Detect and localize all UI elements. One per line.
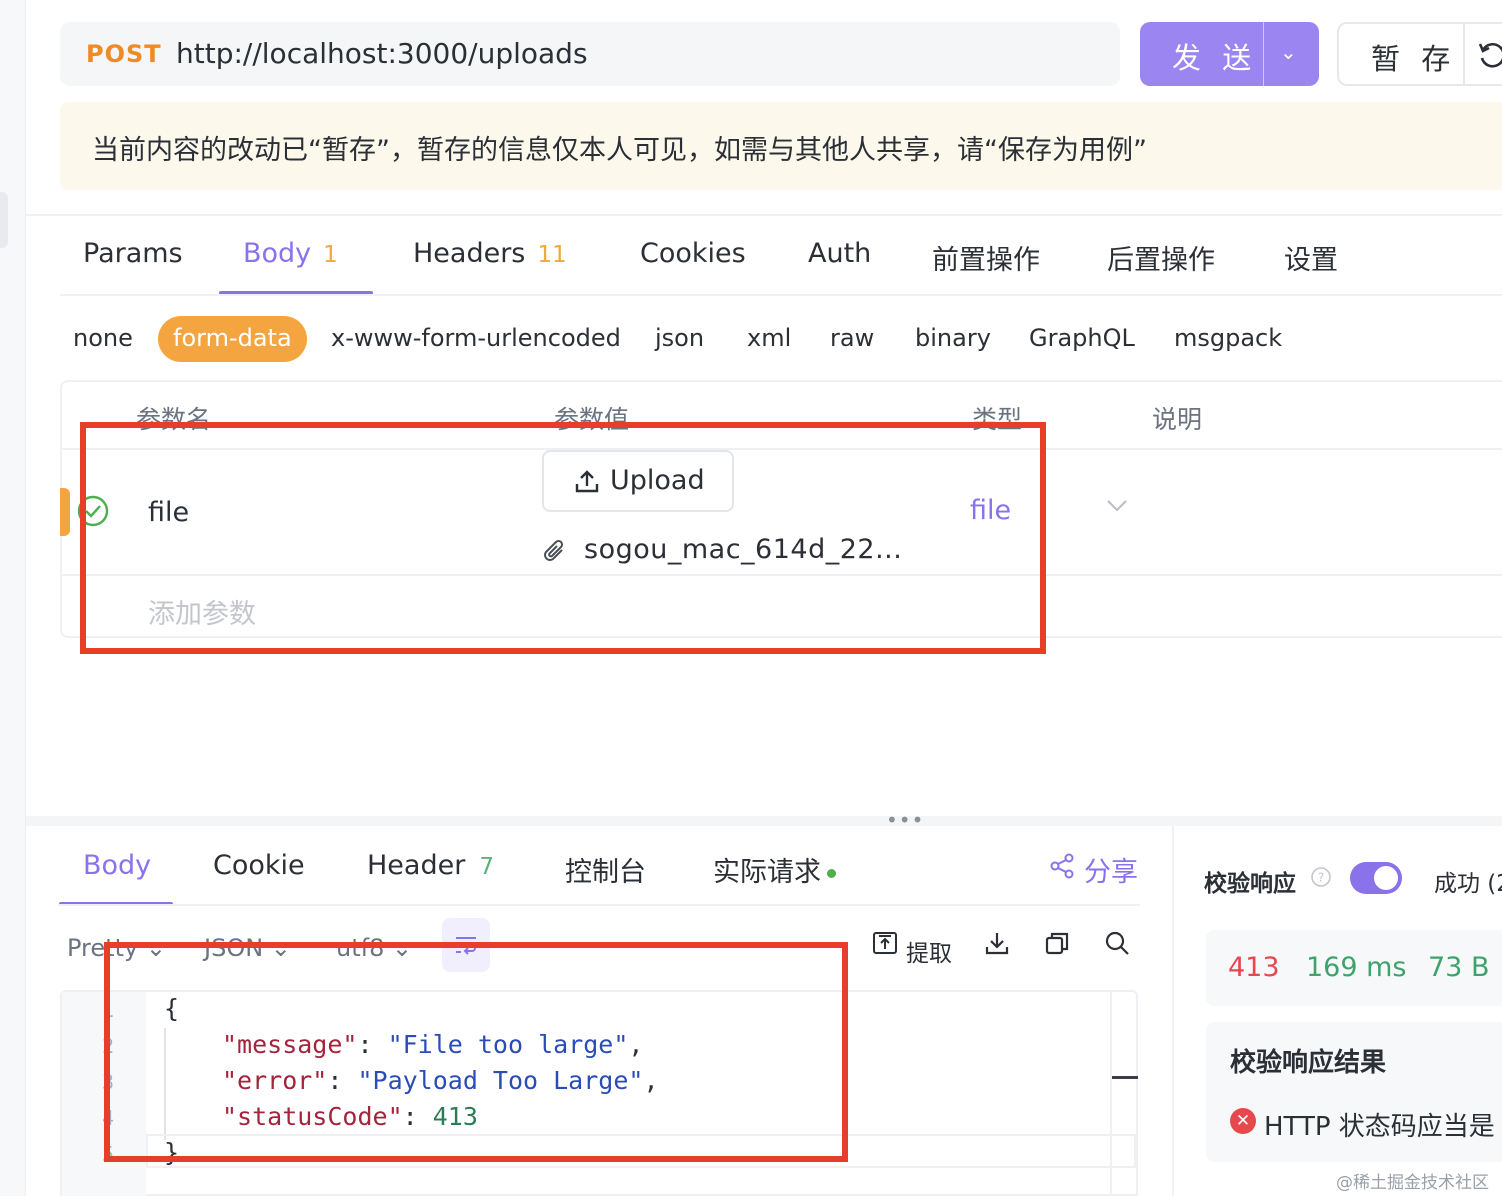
share-label: 分享 bbox=[1084, 857, 1138, 888]
status-code: 413 bbox=[1228, 952, 1280, 983]
response-tab-cookie[interactable]: Cookie bbox=[213, 850, 305, 881]
send-divider bbox=[1263, 22, 1264, 86]
tab-params[interactable]: Params bbox=[83, 238, 183, 269]
download-icon[interactable] bbox=[984, 930, 1010, 960]
response-tab-console[interactable]: 控制台 bbox=[565, 850, 646, 889]
tab-cookies[interactable]: Cookies bbox=[640, 238, 746, 269]
response-size: 73 B bbox=[1428, 952, 1490, 983]
response-header-badge: 7 bbox=[479, 854, 494, 880]
share-icon bbox=[1048, 852, 1076, 887]
toggle-knob bbox=[1374, 866, 1398, 890]
validation-panel: 校验响应 ? 成功 (2 413 169 ms 73 B 校验响应结果 ✕ HT… bbox=[1172, 826, 1502, 1196]
scrollbar[interactable] bbox=[1110, 992, 1138, 1196]
body-type-urlencoded[interactable]: x-www-form-urlencoded bbox=[331, 324, 621, 352]
body-type-json[interactable]: json bbox=[655, 324, 704, 352]
annotation-box bbox=[80, 422, 1046, 654]
send-button-label: 发 送 bbox=[1172, 41, 1258, 75]
row-drag-handle[interactable] bbox=[60, 488, 70, 536]
left-rail bbox=[0, 0, 26, 1196]
body-type-raw[interactable]: raw bbox=[830, 324, 874, 352]
tab-auth[interactable]: Auth bbox=[808, 238, 871, 269]
status-dot-icon bbox=[827, 869, 836, 878]
body-type-xml[interactable]: xml bbox=[747, 324, 791, 352]
error-icon: ✕ bbox=[1230, 1108, 1256, 1134]
response-tab-body[interactable]: Body bbox=[83, 850, 151, 881]
copy-icon[interactable] bbox=[1044, 930, 1070, 960]
body-type-binary[interactable]: binary bbox=[915, 324, 991, 352]
body-type-graphql[interactable]: GraphQL bbox=[1029, 324, 1135, 352]
tab-post-processors[interactable]: 后置操作 bbox=[1107, 238, 1215, 277]
chevron-down-icon[interactable] bbox=[1106, 498, 1128, 517]
save-button[interactable]: 暂 存 bbox=[1337, 22, 1502, 86]
validation-status[interactable]: 成功 (2 bbox=[1434, 864, 1502, 898]
tab-body[interactable]: Body 1 bbox=[243, 238, 338, 269]
response-tab-actual-request[interactable]: 实际请求 bbox=[713, 850, 836, 889]
send-dropdown-chevron-icon[interactable]: ⌄ bbox=[1280, 40, 1297, 64]
body-type-form-data[interactable]: form-data bbox=[158, 316, 307, 362]
validation-title: 校验响应 bbox=[1204, 871, 1296, 897]
search-icon[interactable] bbox=[1104, 930, 1130, 960]
save-notice: 当前内容的改动已“暂存”，暂存的信息仅本人可见，如需与其他人共享，请“保存为用例… bbox=[60, 102, 1502, 190]
save-divider bbox=[1463, 24, 1465, 86]
svg-text:?: ? bbox=[1318, 871, 1324, 885]
validation-result-text: HTTP 状态码应当是 bbox=[1264, 1112, 1495, 1142]
annotation-box bbox=[104, 942, 848, 1162]
validation-result: 校验响应结果 ✕ HTTP 状态码应当是 bbox=[1206, 1022, 1502, 1162]
more-dots-icon[interactable]: ••• bbox=[886, 808, 924, 832]
watermark: @稀土掘金技术社区 bbox=[1336, 1173, 1489, 1193]
divider bbox=[26, 214, 1502, 216]
tab-headers[interactable]: Headers 11 bbox=[413, 238, 567, 269]
url-input[interactable]: http://localhost:3000/uploads bbox=[176, 37, 588, 70]
rail-marker bbox=[0, 192, 8, 248]
tab-settings[interactable]: 设置 bbox=[1284, 238, 1338, 277]
save-button-label: 暂 存 bbox=[1371, 42, 1457, 76]
http-method[interactable]: POST bbox=[86, 40, 162, 68]
extract-icon[interactable] bbox=[872, 930, 898, 960]
share-button[interactable]: 分享 bbox=[1048, 850, 1138, 889]
notice-text: 当前内容的改动已“暂存”，暂存的信息仅本人可见，如需与其他人共享，请“保存为用例… bbox=[92, 135, 1147, 166]
help-icon[interactable]: ? bbox=[1310, 866, 1332, 892]
tab-headers-badge: 11 bbox=[537, 242, 567, 268]
url-bar[interactable]: POST http://localhost:3000/uploads bbox=[60, 22, 1120, 86]
extract-button[interactable]: 提取 bbox=[906, 934, 952, 968]
validation-toggle[interactable] bbox=[1350, 862, 1402, 894]
panel-resizer[interactable] bbox=[26, 816, 1502, 826]
body-type-none[interactable]: none bbox=[73, 324, 133, 352]
scrollbar-thumb[interactable] bbox=[1112, 1076, 1138, 1079]
response-tab-header[interactable]: Header 7 bbox=[367, 850, 494, 881]
validation-result-title: 校验响应结果 bbox=[1230, 1048, 1387, 1078]
tab-body-badge: 1 bbox=[323, 242, 338, 268]
send-button[interactable]: 发 送 ⌄ bbox=[1140, 22, 1319, 86]
response-tabs-divider bbox=[58, 904, 1140, 906]
column-header-description: 说明 bbox=[1152, 405, 1203, 434]
response-time: 169 ms bbox=[1306, 952, 1407, 983]
response-metrics: 413 169 ms 73 B bbox=[1206, 930, 1502, 1006]
tabs-divider bbox=[60, 294, 1502, 296]
tab-pre-processors[interactable]: 前置操作 bbox=[932, 238, 1040, 277]
body-type-msgpack[interactable]: msgpack bbox=[1174, 324, 1282, 352]
refresh-icon[interactable] bbox=[1475, 38, 1502, 76]
